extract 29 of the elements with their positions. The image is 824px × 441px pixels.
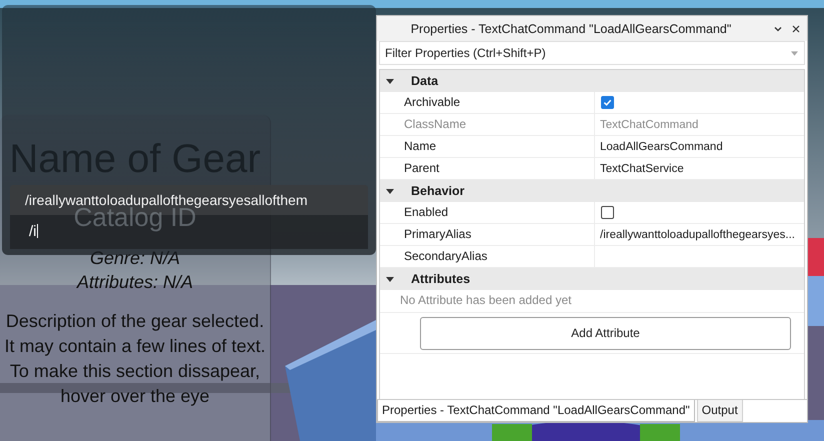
section-header[interactable]: Behavior: [380, 180, 804, 202]
panel-tab[interactable]: Output: [696, 400, 743, 422]
property-name: PrimaryAlias: [380, 224, 595, 245]
empty-attributes-note: No Attribute has been added yet: [380, 290, 804, 313]
checkbox[interactable]: [601, 206, 614, 219]
expand-triangle-icon[interactable]: [386, 187, 394, 195]
property-name: Name: [380, 136, 595, 157]
property-name: Archivable: [380, 92, 595, 113]
filter-input[interactable]: Filter Properties (Ctrl+Shift+P): [380, 46, 791, 60]
close-icon[interactable]: [791, 24, 801, 34]
property-name: Enabled: [380, 202, 595, 223]
property-name: ClassName: [380, 114, 595, 135]
property-value[interactable]: /ireallywanttoloadupallofthegearsyes...: [600, 228, 795, 240]
checkbox[interactable]: [601, 96, 614, 109]
gear-description: Description of the gear selected. It may contain a few lines of text.: [4, 310, 266, 358]
section-header[interactable]: Data: [380, 70, 804, 92]
window-title: Properties - TextChatCommand "LoadAllGearsCommand": [410, 22, 732, 36]
property-value[interactable]: TextChatService: [600, 162, 684, 174]
filter-field[interactable]: Filter Properties (Ctrl+Shift+P): [379, 41, 805, 65]
section-header[interactable]: Attributes: [380, 268, 804, 290]
property-name: SecondaryAlias: [380, 246, 595, 267]
gear-description: To make this section dissapear, hover over the eye: [8, 360, 262, 408]
gear-attributes: Attributes: N/A: [76, 271, 194, 294]
property-name: Parent: [380, 158, 595, 179]
panel-tab[interactable]: Properties - TextChatCommand "LoadAllGearsCommand": [377, 400, 695, 422]
expand-triangle-icon[interactable]: [386, 77, 394, 85]
property-value[interactable]: LoadAllGearsCommand: [600, 140, 723, 152]
add-attribute-button[interactable]: Add Attribute: [420, 316, 791, 350]
expand-triangle-icon[interactable]: [386, 275, 394, 283]
